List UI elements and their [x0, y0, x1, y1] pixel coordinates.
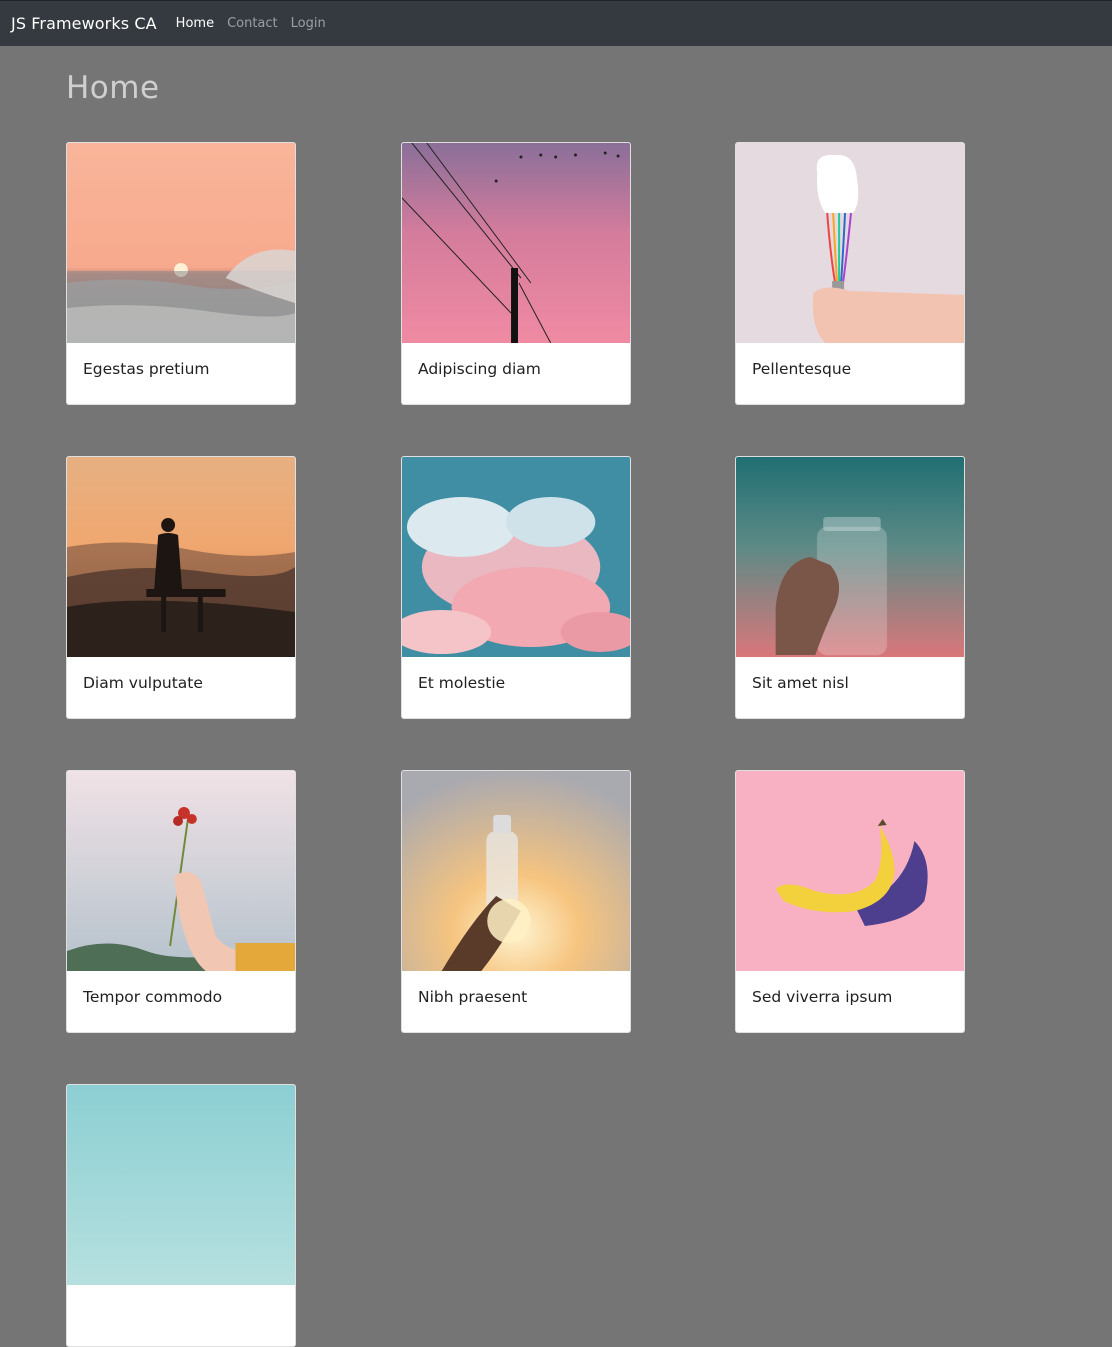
card-image-bench-sunset — [67, 457, 295, 657]
nav-link-contact[interactable]: Contact — [227, 16, 278, 31]
card-title: Diam vulputate — [83, 674, 203, 692]
brand-link[interactable]: JS Frameworks CA — [11, 14, 157, 33]
card-title: Pellentesque — [752, 360, 852, 378]
card-image-sunset-ocean — [67, 143, 295, 343]
card-image-water-bottle-sun — [402, 771, 630, 971]
card-image-pink-clouds — [402, 457, 630, 657]
card-title: Adipiscing diam — [418, 360, 541, 378]
card-image-red-flower — [67, 771, 295, 971]
card-image-whisk-cream — [736, 143, 964, 343]
card-et-molestie[interactable]: Et molestie — [401, 456, 631, 719]
nav-link-home[interactable]: Home — [176, 16, 214, 31]
card-image-glass-jar — [736, 457, 964, 657]
card-pellentesque[interactable]: Pellentesque — [735, 142, 965, 405]
card-title: Egestas pretium — [83, 360, 210, 378]
card-tempor-commodo[interactable]: Tempor commodo — [66, 770, 296, 1033]
page-title: Home — [66, 70, 160, 106]
card-title: Sed viverra ipsum — [752, 988, 893, 1006]
card-image-teal-sky — [67, 1085, 295, 1285]
card-title: Sit amet nisl — [752, 674, 849, 692]
card-title: Et molestie — [418, 674, 506, 692]
card-nibh-praesent[interactable]: Nibh praesent — [401, 770, 631, 1033]
card-sed-viverra-ipsum[interactable]: Sed viverra ipsum — [735, 770, 965, 1033]
card-egestas-pretium[interactable]: Egestas pretium — [66, 142, 296, 405]
card-image-banana — [736, 771, 964, 971]
card-image-power-lines — [402, 143, 630, 343]
card-title: Tempor commodo — [83, 988, 223, 1006]
card-adipiscing-diam[interactable]: Adipiscing diam — [401, 142, 631, 405]
nav-link-login[interactable]: Login — [291, 16, 326, 31]
card-sit-amet-nisl[interactable]: Sit amet nisl — [735, 456, 965, 719]
card-title: Nibh praesent — [418, 988, 528, 1006]
card-partial[interactable] — [66, 1084, 296, 1347]
card-diam-vulputate[interactable]: Diam vulputate — [66, 456, 296, 719]
navbar: JS Frameworks CA Home Contact Login — [0, 0, 1112, 46]
